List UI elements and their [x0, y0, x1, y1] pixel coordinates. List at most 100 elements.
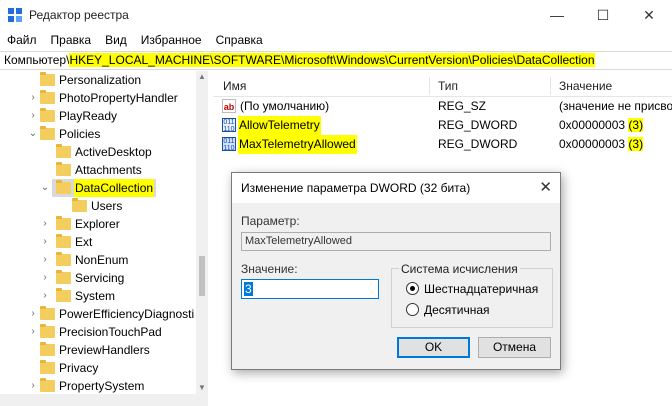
tree-item-label: PropertySystem — [59, 379, 145, 393]
tree-item-label: PowerEfficiencyDiagnosti — [59, 307, 195, 321]
folder-icon — [40, 72, 55, 86]
dialog-body: Параметр: MaxTelemetryAllowed Значение: … — [232, 203, 560, 369]
column-separator[interactable] — [550, 77, 551, 95]
chevron-right-icon[interactable]: › — [28, 323, 38, 341]
close-button[interactable]: ✕ — [626, 0, 672, 30]
radio-hex-label[interactable]: Шестнадцатеричная — [424, 282, 538, 296]
folder-icon — [56, 144, 71, 158]
menu-file[interactable]: Файл — [0, 31, 44, 49]
registry-editor-icon — [8, 8, 22, 22]
row-value-hex: 0x00000003 — [559, 118, 629, 132]
tree-vertical-scrollbar[interactable]: ▲ ▼ — [196, 71, 208, 406]
edit-dword-dialog: Изменение параметра DWORD (32 бита) ✕ Па… — [231, 172, 561, 370]
base-groupbox — [391, 268, 553, 328]
folder-icon — [56, 216, 71, 230]
list-row-default[interactable]: ab (По умолчанию) REG_SZ (значение не пр… — [213, 97, 672, 116]
base-group-label: Система исчисления — [399, 262, 520, 276]
tree-item-powerefficiencydiagnostics[interactable]: › PowerEfficiencyDiagnosti — [0, 305, 207, 323]
chevron-right-icon[interactable]: › — [40, 287, 50, 305]
tree-item-datacollection[interactable]: ⌄ DataCollection — [0, 179, 207, 197]
scroll-down-icon[interactable]: ▼ — [196, 382, 208, 394]
folder-icon — [72, 198, 87, 212]
folder-icon — [40, 306, 55, 320]
tree-item-precisiontouchpad[interactable]: › PrecisionTouchPad — [0, 323, 207, 341]
address-prefix: Компьютер\ — [4, 53, 70, 67]
row-value-hex: 0x00000003 — [559, 137, 629, 151]
chevron-right-icon[interactable]: › — [40, 233, 50, 251]
maximize-button[interactable]: ☐ — [580, 0, 626, 30]
radio-unchecked-icon[interactable] — [406, 303, 419, 316]
tree-item-label: Explorer — [75, 217, 120, 231]
registry-tree: › Personalization › PhotoPropertyHandler… — [0, 71, 208, 406]
tree-horizontal-scrollbar[interactable] — [0, 394, 208, 406]
tree-item-system[interactable]: › System — [0, 287, 207, 305]
tree-item-label: Ext — [75, 235, 93, 249]
menu-view[interactable]: Вид — [98, 31, 134, 49]
list-row-allowtelemetry[interactable]: 011 110 AllowTelemetry REG_DWORD 0x000000… — [213, 116, 672, 135]
row-value-decimal: (3) — [628, 118, 644, 132]
minimize-button[interactable]: — — [534, 0, 580, 30]
tree-item-activedesktop[interactable]: ActiveDesktop — [0, 143, 207, 161]
chevron-down-icon[interactable]: ⌄ — [28, 125, 38, 143]
row-value: 0x00000003 (3) — [559, 116, 644, 135]
title-bar: Редактор реестра — ☐ ✕ — [0, 0, 672, 30]
tree-item-photopropertyhandler[interactable]: › PhotoPropertyHandler — [0, 89, 207, 107]
tree-item-privacy[interactable]: Privacy — [0, 359, 207, 377]
tree-item-servicing[interactable]: › Servicing — [0, 269, 207, 287]
folder-icon — [56, 252, 71, 266]
tree-item-explorer[interactable]: › Explorer — [0, 215, 207, 233]
tree-item-label: ActiveDesktop — [75, 145, 152, 159]
menu-favorites[interactable]: Избранное — [134, 31, 209, 49]
cancel-button[interactable]: Отмена — [478, 337, 551, 358]
chevron-right-icon[interactable]: › — [28, 89, 38, 107]
tree-item-ext[interactable]: › Ext — [0, 233, 207, 251]
address-path: HKEY_LOCAL_MACHINE\SOFTWARE\Microsoft\Wi… — [69, 53, 595, 67]
address-bar[interactable]: Компьютер\HKEY_LOCAL_MACHINE\SOFTWARE\Mi… — [0, 51, 672, 70]
chevron-right-icon[interactable]: › — [28, 377, 38, 395]
chevron-down-icon[interactable]: ⌄ — [40, 179, 50, 197]
chevron-right-icon[interactable]: › — [40, 215, 50, 233]
dword-value-icon: 011 110 — [222, 118, 236, 132]
folder-icon — [56, 288, 71, 302]
chevron-right-icon[interactable]: › — [40, 251, 50, 269]
tree-item-personalization[interactable]: › Personalization — [0, 71, 207, 89]
chevron-right-icon[interactable]: › — [28, 305, 38, 323]
tree-item-previewhandlers[interactable]: PreviewHandlers — [0, 341, 207, 359]
tree-item-propertysystem[interactable]: › PropertySystem — [0, 377, 207, 395]
column-name[interactable]: Имя — [223, 79, 246, 93]
tree-item-label: Attachments — [75, 163, 142, 177]
scroll-up-icon[interactable]: ▲ — [196, 71, 208, 83]
tree-item-attachments[interactable]: Attachments — [0, 161, 207, 179]
dialog-title: Изменение параметра DWORD (32 бита) — [241, 181, 471, 195]
tree-item-users[interactable]: Users — [0, 197, 207, 215]
radio-dec-label[interactable]: Десятичная — [424, 303, 490, 317]
menu-help[interactable]: Справка — [209, 31, 270, 49]
menu-edit[interactable]: Правка — [44, 31, 99, 49]
row-type: REG_SZ — [438, 99, 487, 113]
tree-item-policies[interactable]: ⌄ Policies — [0, 125, 207, 143]
tree-item-label: Policies — [59, 127, 101, 141]
row-type: REG_DWORD — [438, 137, 518, 151]
tree-item-label: Users — [91, 199, 123, 213]
scroll-thumb[interactable] — [199, 256, 205, 296]
row-name: (По умолчанию) — [240, 99, 330, 113]
radio-checked-icon[interactable] — [406, 282, 419, 295]
row-value-decimal: (3) — [628, 137, 644, 151]
column-separator[interactable] — [429, 77, 430, 95]
folder-icon — [56, 234, 71, 248]
dialog-close-icon[interactable]: ✕ — [539, 178, 552, 196]
chevron-right-icon[interactable]: › — [28, 107, 38, 125]
row-value: (значение не присво — [559, 99, 672, 113]
chevron-right-icon[interactable]: › — [40, 269, 50, 287]
tree-item-label: Servicing — [75, 271, 125, 285]
tree-item-label: DataCollection — [74, 179, 155, 197]
tree-item-nonenum[interactable]: › NonEnum — [0, 251, 207, 269]
list-row-maxtelemetryallowed[interactable]: 011 110 MaxTelemetryAllowed REG_DWORD 0x0… — [213, 135, 672, 154]
column-type[interactable]: Тип — [438, 79, 458, 93]
value-input[interactable]: 3 — [241, 279, 379, 299]
column-value[interactable]: Значение — [559, 79, 612, 93]
tree-item-playready[interactable]: › PlayReady — [0, 107, 207, 125]
folder-icon — [40, 126, 55, 140]
ok-button[interactable]: OK — [397, 337, 470, 358]
folder-icon — [40, 324, 55, 338]
